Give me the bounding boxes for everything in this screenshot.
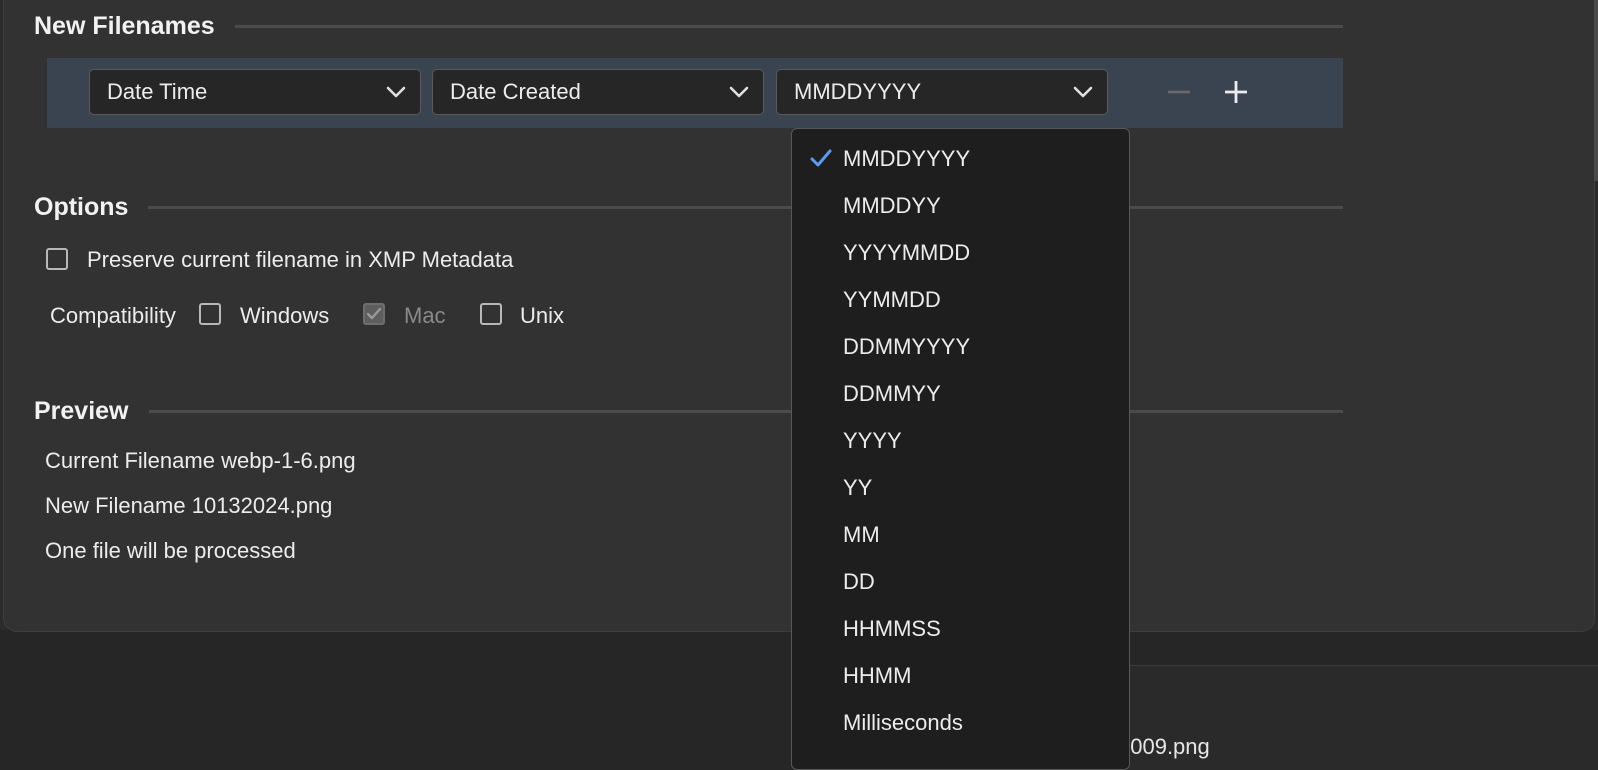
menu-item-label: DD [843, 569, 875, 594]
menu-item-mmddyy[interactable]: MMDDYY [792, 182, 1129, 230]
menu-item-yyyymmdd[interactable]: YYYYMMDD [792, 229, 1129, 277]
element-type-dropdown[interactable]: Date Time [89, 69, 421, 115]
new-filename-text: New Filename 10132024.png [45, 493, 333, 518]
windows-checkbox[interactable] [199, 303, 221, 325]
date-format-value: MMDDYYYY [794, 79, 922, 104]
mac-label: Mac [404, 303, 446, 328]
element-type-value: Date Time [107, 79, 208, 104]
unix-label: Unix [520, 303, 565, 328]
remove-rule-button[interactable] [1161, 74, 1197, 110]
chevron-down-icon [729, 86, 749, 98]
menu-item-ddmmyy[interactable]: DDMMYY [792, 370, 1129, 418]
unix-checkbox[interactable] [480, 303, 502, 325]
preserve-filename-checkbox[interactable] [46, 248, 68, 270]
minus-icon [1168, 90, 1190, 94]
menu-item-label: MMDDYYYY [843, 146, 971, 171]
menu-item-yyyy[interactable]: YYYY [792, 417, 1129, 465]
file-count-text: One file will be processed [45, 538, 296, 563]
section-divider [149, 410, 1343, 413]
preserve-filename-label: Preserve current filename in XMP Metadat… [87, 247, 514, 272]
menu-item-label: Milliseconds [843, 710, 963, 735]
date-source-dropdown[interactable]: Date Created [432, 69, 764, 115]
windows-label: Windows [240, 303, 330, 328]
plus-icon [1225, 81, 1247, 103]
scrollbar[interactable] [1594, 0, 1598, 181]
new-filenames-heading: New Filenames [34, 12, 215, 40]
section-divider [235, 25, 1343, 28]
chevron-down-icon [386, 86, 406, 98]
preview-heading: Preview [34, 397, 129, 425]
date-format-dropdown[interactable]: MMDDYYYY [776, 69, 1108, 115]
background-file-label: e009.png [1118, 734, 1210, 759]
add-rule-button[interactable] [1218, 74, 1254, 110]
menu-item-yymmdd[interactable]: YYMMDD [792, 276, 1129, 324]
menu-item-label: HHMM [843, 663, 912, 688]
menu-item-mmddyyyy[interactable]: MMDDYYYY [792, 135, 1129, 183]
menu-item-yy[interactable]: YY [792, 464, 1129, 512]
chevron-down-icon [1073, 86, 1093, 98]
compatibility-label: Compatibility [50, 303, 176, 328]
menu-item-milliseconds[interactable]: Milliseconds [792, 699, 1129, 747]
menu-item-hhmm[interactable]: HHMM [792, 652, 1129, 700]
options-heading: Options [34, 193, 129, 221]
menu-item-label: YYYY [843, 428, 902, 453]
menu-item-label: DDMMYY [843, 381, 941, 406]
menu-item-label: HHMMSS [843, 616, 941, 641]
menu-item-label: MMDDYY [843, 193, 941, 218]
current-filename-text: Current Filename webp-1-6.png [45, 448, 356, 473]
menu-item-mm[interactable]: MM [792, 511, 1129, 559]
mac-checkbox [363, 303, 385, 325]
date-source-value: Date Created [450, 79, 581, 104]
checkmark-icon [366, 307, 382, 320]
menu-item-dd[interactable]: DD [792, 558, 1129, 606]
checkmark-icon [810, 149, 832, 167]
menu-item-ddmmyyyy[interactable]: DDMMYYYY [792, 323, 1129, 371]
date-format-menu: MMDDYYYY MMDDYY YYYYMMDD YYMMDD DDMMYYYY… [791, 128, 1130, 770]
menu-item-hhmmss[interactable]: HHMMSS [792, 605, 1129, 653]
menu-item-label: YY [843, 475, 873, 500]
section-divider [148, 206, 1343, 209]
menu-item-label: YYYYMMDD [843, 240, 971, 265]
menu-item-label: DDMMYYYY [843, 334, 971, 359]
menu-item-label: MM [843, 522, 880, 547]
menu-item-label: YYMMDD [843, 287, 941, 312]
